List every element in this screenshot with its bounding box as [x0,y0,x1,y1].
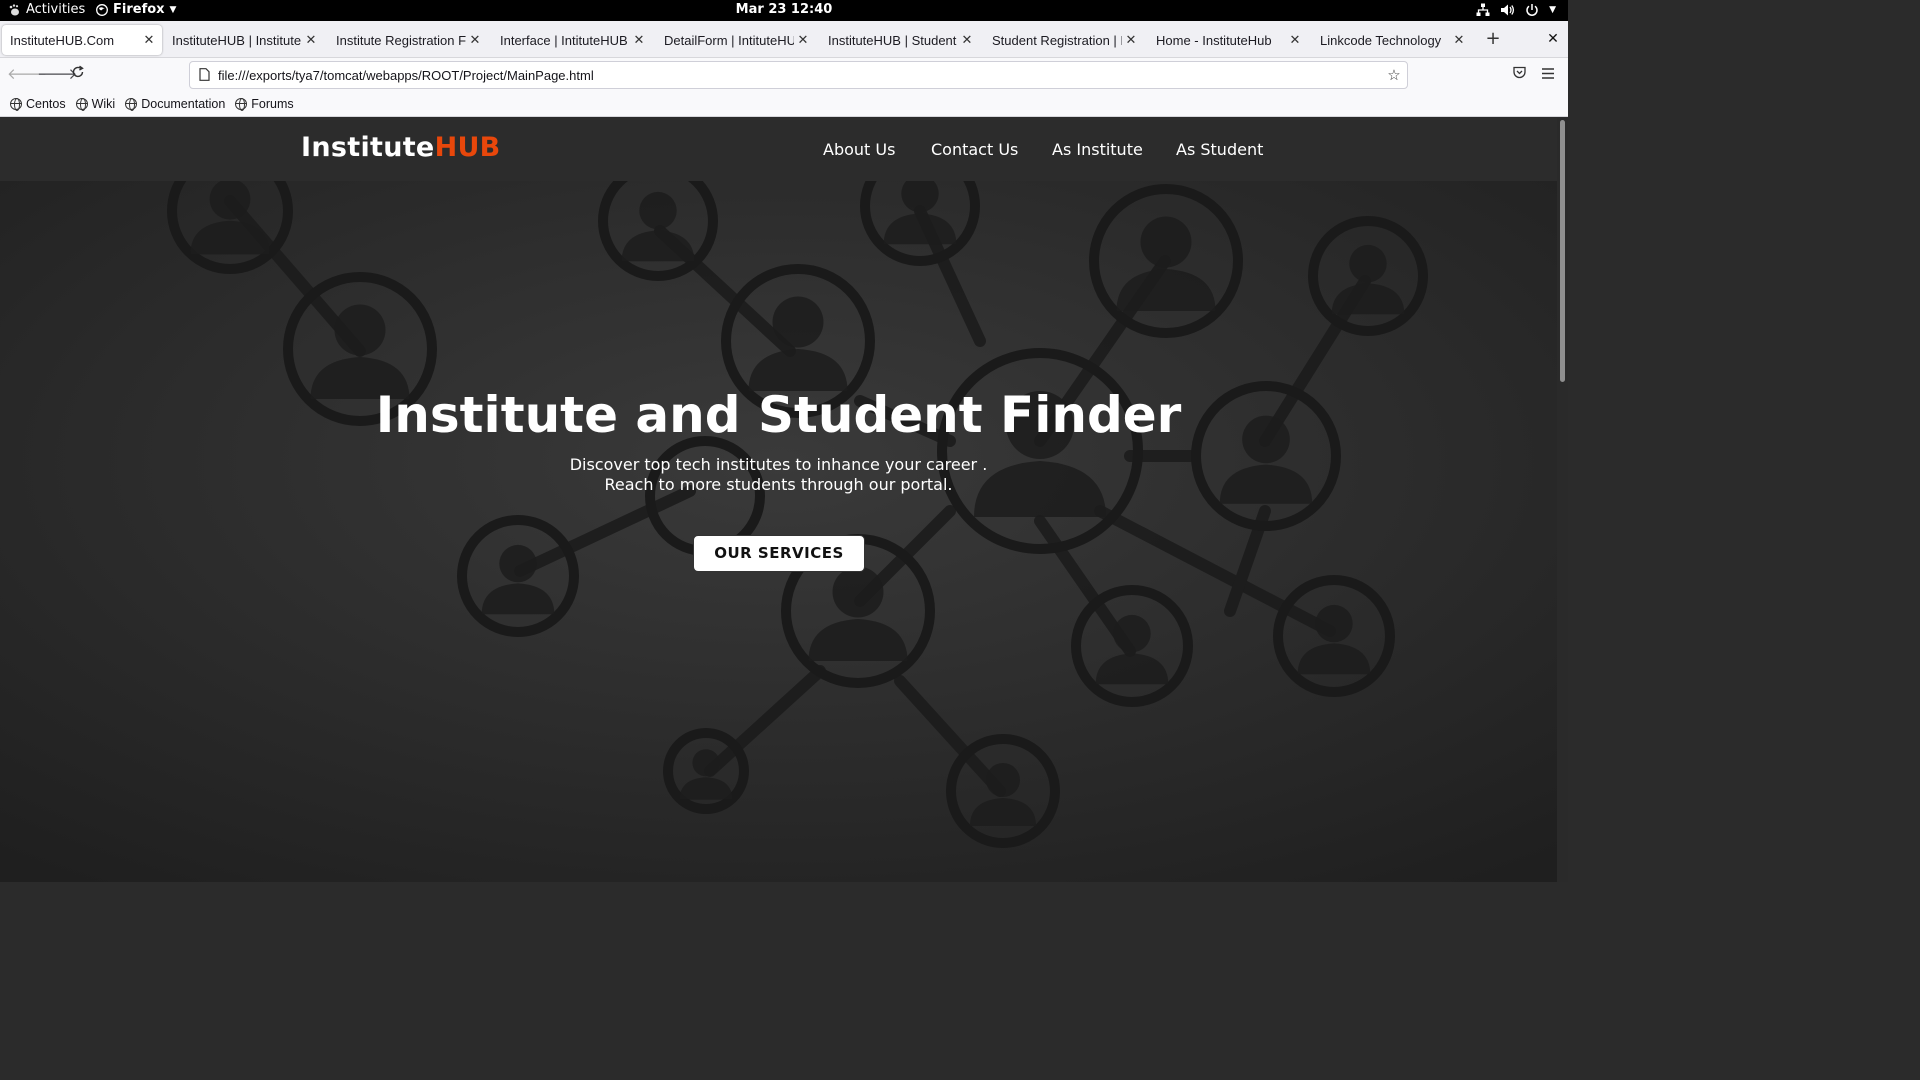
tab-institute-registration[interactable]: Institute Registration Form ✕ [328,25,488,55]
page-icon [190,66,218,85]
tab-close-icon[interactable]: ✕ [302,32,320,48]
hero-subtitle-line-1: Discover top tech institutes to inhance … [569,455,988,474]
bookmark-label: Wiki [91,96,116,111]
hero-background-image [0,181,1557,882]
tab-title: InstituteHUB | Student [828,32,957,48]
tab-institutehub-com[interactable]: InstituteHUB.Com ✕ [2,25,162,55]
tab-title: Linkcode Technology [1320,32,1442,48]
globe-icon [10,97,22,111]
hero-title: Institute and Student Finder [375,386,1182,444]
tab-close-icon[interactable]: ✕ [958,32,976,48]
bookmark-label: Forums [251,96,294,111]
app-menu-button[interactable] [1536,62,1560,86]
tab-close-icon[interactable]: ✕ [1122,32,1140,48]
hamburger-icon [1542,68,1554,79]
tab-title: Home - InstituteHub [1156,32,1272,48]
system-top-bar: Activities Firefox ▼ Mar 23 12:40 ▼ [0,0,1568,21]
logo-main-text: Institute [301,132,435,163]
system-status-area[interactable]: ▼ [1476,3,1556,17]
tab-title: DetailForm | IntituteHUB [664,32,794,48]
site-header: InstituteHUB About Us Contact Us As Inst… [0,118,1557,181]
reload-button[interactable] [66,62,90,86]
bookmark-label: Centos [26,96,66,111]
tab-close-icon[interactable]: ✕ [1286,32,1304,48]
tab-title: Student Registration | Institute [992,32,1122,48]
bookmark-star-icon[interactable]: ☆ [1381,66,1407,84]
url-text[interactable]: file:///exports/tya7/tomcat/webapps/ROOT… [218,68,1381,83]
our-services-button[interactable]: OUR SERVICES [693,535,865,572]
globe-icon [235,97,248,111]
globe-icon [125,97,138,111]
tab-institutehub-student[interactable]: InstituteHUB | Student ✕ [820,25,980,55]
pocket-button[interactable] [1507,62,1531,86]
tab-close-icon[interactable]: ✕ [140,32,158,48]
url-bar[interactable]: file:///exports/tya7/tomcat/webapps/ROOT… [189,61,1408,89]
page-scrollbar[interactable] [1557,118,1568,882]
tab-interface[interactable]: Interface | IntituteHUB ✕ [492,25,652,55]
reload-icon [72,65,84,78]
tab-linkcode[interactable]: Linkcode Technology ✕ [1312,25,1472,55]
nav-about-us[interactable]: About Us [823,140,895,159]
network-icon [1476,3,1490,16]
tab-close-icon[interactable]: ✕ [466,32,484,48]
tab-student-registration[interactable]: Student Registration | Institute ✕ [984,25,1144,55]
close-window-button[interactable]: ✕ [1544,29,1562,49]
bookmark-centos[interactable]: Centos [10,97,66,111]
power-icon [1526,4,1538,16]
tab-title: InstituteHUB | Institute [172,32,302,48]
scrollbar-thumb[interactable] [1560,120,1565,382]
hero-subtitle-line-2: Reach to more students through our porta… [604,475,953,494]
tab-close-icon[interactable]: ✕ [630,32,648,48]
page-viewport: InstituteHUB About Us Contact Us As Inst… [0,118,1557,882]
chevron-down-icon: ▼ [1549,5,1556,15]
back-button[interactable]: 🡐 [7,62,47,86]
bookmark-label: Documentation [141,96,226,111]
tab-title: InstituteHUB.Com [10,32,115,48]
navigation-toolbar: 🡐 🡒 file:///exports/tya7/tomcat/webapps/… [0,58,1568,91]
tab-close-icon[interactable]: ✕ [794,32,812,48]
globe-icon [75,97,88,111]
bookmark-documentation[interactable]: Documentation [125,97,225,111]
tab-home-institutehub[interactable]: Home - InstituteHub ✕ [1148,25,1308,55]
pocket-icon [1512,66,1526,79]
tab-title: Interface | IntituteHUB [500,32,628,48]
bookmark-forums[interactable]: Forums [235,96,294,111]
logo-accent-text: HUB [434,132,501,163]
forward-button[interactable]: 🡒 [37,62,77,86]
clock[interactable]: Mar 23 12:40 [0,2,1568,17]
nav-contact-us[interactable]: Contact Us [931,140,1018,159]
bookmark-wiki[interactable]: Wiki [75,96,116,111]
new-tab-button[interactable]: + [1484,29,1502,49]
tab-detailform[interactable]: DetailForm | IntituteHUB ✕ [656,25,816,55]
volume-icon [1501,4,1515,16]
tab-institutehub-institute[interactable]: InstituteHUB | Institute ✕ [164,25,324,55]
tab-title: Institute Registration Form [336,32,466,48]
tab-strip: InstituteHUB.Com ✕ InstituteHUB | Instit… [0,21,1568,58]
tab-close-icon[interactable]: ✕ [1450,32,1468,48]
nav-as-student[interactable]: As Student [1176,140,1263,159]
nav-as-institute[interactable]: As Institute [1052,140,1143,159]
site-logo[interactable]: InstituteHUB [301,132,501,163]
bookmarks-toolbar: Centos Wiki Documentation Forums [0,91,1568,117]
